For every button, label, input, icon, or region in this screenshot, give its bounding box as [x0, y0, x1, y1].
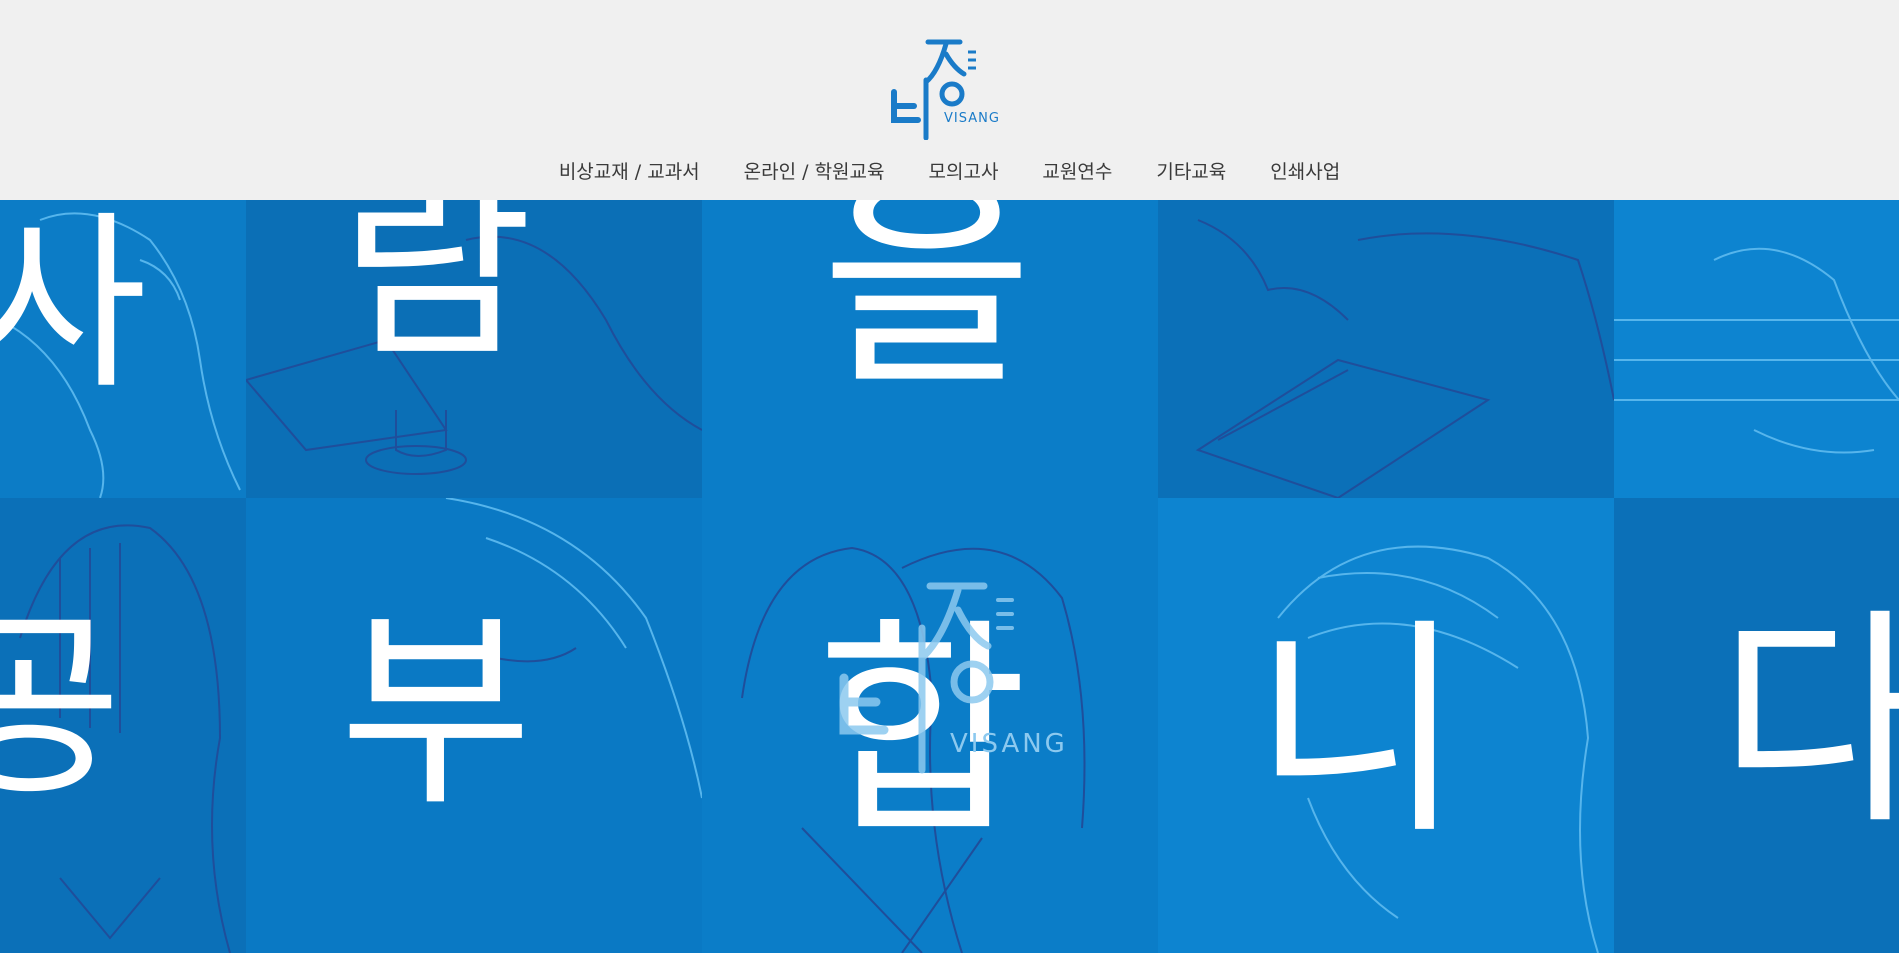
- nav-item-printing[interactable]: 인쇄사업: [1248, 154, 1362, 190]
- site-header: VISANG 비상교재 / 교과서 온라인 / 학원교육 모의고사 교원연수 기…: [0, 0, 1899, 200]
- hero-tile-4: [1158, 200, 1614, 498]
- hero-glyph-da: 다: [1718, 589, 1899, 856]
- hero-tile-9: 니: [1158, 498, 1614, 953]
- hero-glyph-ni: 니: [1252, 599, 1464, 866]
- hero-tile-2: 람: [246, 200, 702, 498]
- hero-tile-5: [1614, 200, 1899, 498]
- sketch-illustration: [1614, 247, 1899, 454]
- hero-tile-6: 공: [0, 498, 246, 953]
- hero-tile-7: 부: [246, 498, 702, 953]
- nav-item-mock-exam[interactable]: 모의고사: [907, 154, 1021, 190]
- hero-glyph-sa: 사: [0, 200, 148, 415]
- hero-watermark-logo: VISANG: [826, 400, 1076, 780]
- main-nav: 비상교재 / 교과서 온라인 / 학원교육 모의고사 교원연수 기타교육 인쇄사…: [0, 154, 1899, 190]
- nav-item-teacher-training[interactable]: 교원연수: [1020, 154, 1134, 190]
- hero-glyph-eul: 을: [821, 200, 1033, 418]
- visang-logo[interactable]: VISANG: [888, 34, 1014, 141]
- svg-text:VISANG: VISANG: [950, 729, 1068, 759]
- sketch-illustration: [1195, 219, 1614, 498]
- svg-text:VISANG: VISANG: [944, 111, 1000, 126]
- hero-banner: 사 람 을 공 부 합 니 다 VISANG: [0, 200, 1899, 953]
- hero-tile-10: 다: [1614, 498, 1899, 953]
- hero-glyph-gong: 공: [0, 591, 122, 824]
- nav-item-online[interactable]: 온라인 / 학원교육: [722, 154, 907, 190]
- nav-item-textbooks[interactable]: 비상교재 / 교과서: [537, 154, 722, 190]
- hero-glyph-bu: 부: [339, 590, 533, 835]
- hero-tile-1: 사: [0, 200, 246, 498]
- hero-glyph-ram: 람: [339, 200, 533, 387]
- nav-item-other-education[interactable]: 기타교육: [1134, 154, 1248, 190]
